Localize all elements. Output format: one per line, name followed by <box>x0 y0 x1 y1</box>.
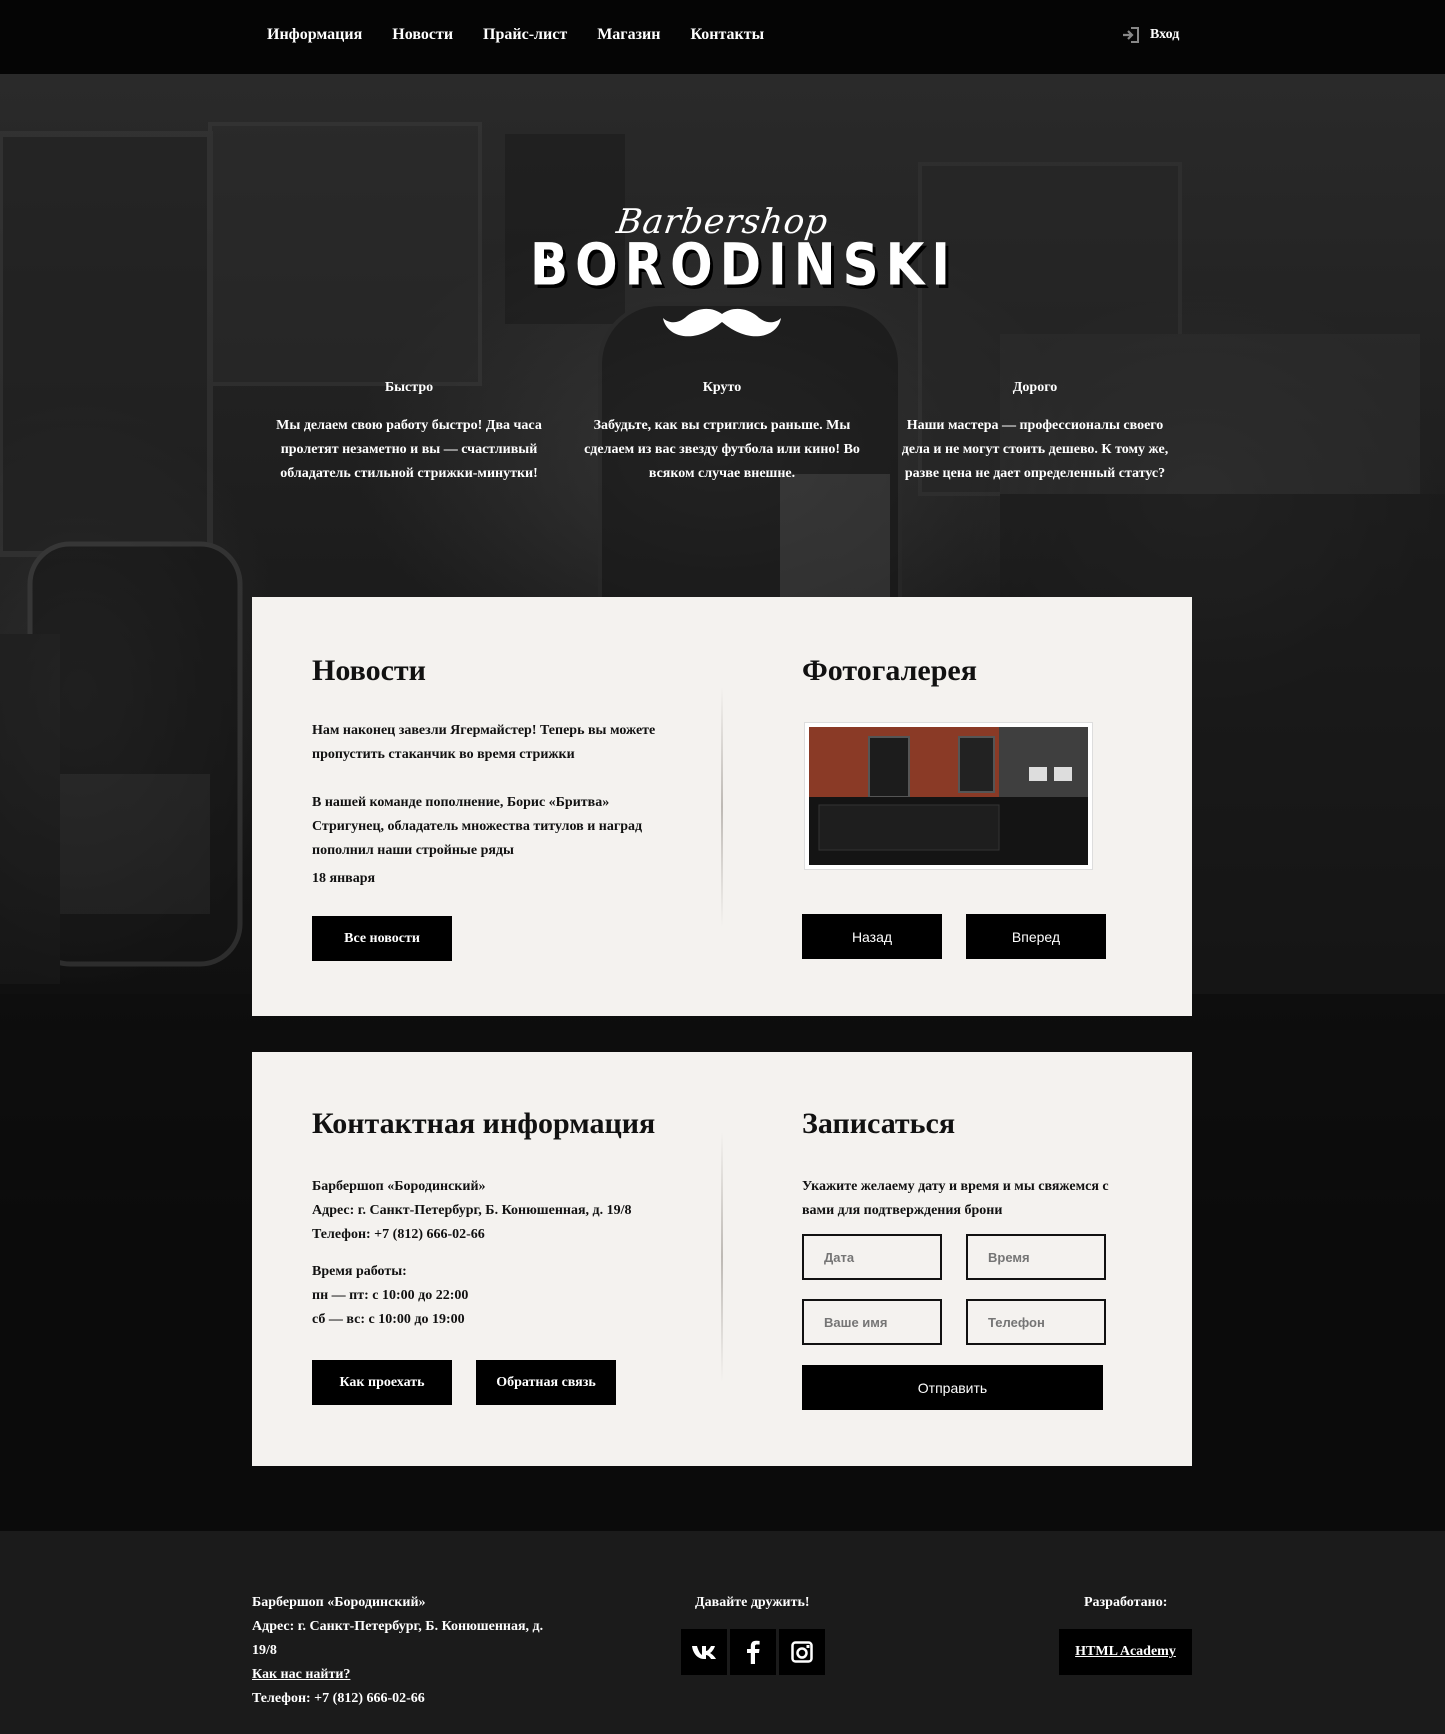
nav-item-info[interactable]: Информация <box>267 26 362 44</box>
news-item: В нашей команде пополнение, Борис «Бритв… <box>312 795 643 858</box>
gallery-next-button[interactable]: Вперед <box>966 914 1106 959</box>
login-link[interactable]: Вход <box>1122 27 1179 43</box>
vk-button[interactable] <box>681 1629 727 1675</box>
contacts-name: Барбершоп «Бородинский» <box>312 1179 486 1194</box>
footer-address: Адрес: г. Санкт-Петербург, Б. Конюшенная… <box>252 1619 544 1658</box>
route-button[interactable]: Как проехать <box>312 1360 452 1405</box>
feature-title: Дорого <box>1012 380 1058 395</box>
login-icon <box>1122 27 1140 43</box>
submit-button[interactable]: Отправить <box>802 1365 1103 1410</box>
vk-icon <box>692 1646 716 1659</box>
booking-description: Укажите желаему дату и время и мы свяжем… <box>802 1179 1109 1218</box>
main-nav: Информация Новости Прайс-лист Магазин Ко… <box>267 26 764 44</box>
hours-title: Время работы: <box>312 1264 407 1279</box>
panel-divider <box>721 1132 723 1382</box>
mustache-icon <box>663 308 781 337</box>
all-news-button[interactable]: Все новости <box>312 916 452 961</box>
gallery-prev-button[interactable]: Назад <box>802 914 942 959</box>
gallery-photo-image <box>809 727 1088 865</box>
facebook-button[interactable] <box>730 1629 776 1675</box>
feature-text: Наши мастера — профессионалы своего дела… <box>901 418 1169 481</box>
facebook-icon <box>747 1640 760 1664</box>
nav-item-news[interactable]: Новости <box>392 26 453 44</box>
news-gallery-panel: Новости Нам наконец завезли Ягермайстер!… <box>252 597 1192 1016</box>
contacts-phone: Телефон: +7 (812) 666-02-66 <box>312 1227 485 1242</box>
login-label: Вход <box>1150 27 1180 42</box>
contacts-heading: Контактная информация <box>312 1107 656 1140</box>
hours-weekend: сб — вс: с 10:00 до 19:00 <box>312 1312 465 1327</box>
news-heading: Новости <box>312 654 426 687</box>
gallery-heading: Фотогалерея <box>802 654 977 687</box>
top-navigation-bar: Информация Новости Прайс-лист Магазин Ко… <box>0 0 1445 74</box>
logo-main-text: BORODINSKI <box>530 231 957 299</box>
nav-item-contacts[interactable]: Контакты <box>690 26 764 44</box>
feature-text: Забудьте, как вы стриглись раньше. Мы сд… <box>584 418 860 481</box>
feature-fast: Быстро Мы делаем свою работу быстро! Два… <box>269 380 549 486</box>
feature-title: Круто <box>702 380 742 395</box>
feedback-button[interactable]: Обратная связь <box>476 1360 616 1405</box>
find-us-link[interactable]: Как нас найти? <box>252 1663 350 1687</box>
feature-text: Мы делаем свою работу быстро! Два часа п… <box>276 418 542 481</box>
feature-expensive: Дорого Наши мастера — профессионалы свое… <box>895 380 1175 486</box>
date-input[interactable] <box>802 1234 942 1280</box>
contacts-booking-panel: Контактная информация Барбершоп «Бородин… <box>252 1052 1192 1466</box>
panel-divider <box>721 687 723 927</box>
developer-title: Разработано: <box>1084 1595 1168 1610</box>
name-input[interactable] <box>802 1299 942 1345</box>
hours-weekdays: пн — пт: с 10:00 до 22:00 <box>312 1288 469 1303</box>
footer: Барбершоп «Бородинский» Адрес: г. Санкт-… <box>0 1531 1445 1734</box>
footer-name: Барбершоп «Бородинский» <box>252 1595 426 1610</box>
news-date: 18 января <box>312 871 376 886</box>
time-input[interactable] <box>966 1234 1106 1280</box>
phone-input[interactable] <box>966 1299 1106 1345</box>
booking-heading: Записаться <box>802 1107 956 1140</box>
instagram-button[interactable] <box>779 1629 825 1675</box>
html-academy-link[interactable]: HTML Academy <box>1059 1629 1192 1675</box>
nav-item-prices[interactable]: Прайс-лист <box>483 26 567 44</box>
footer-phone: Телефон: +7 (812) 666-02-66 <box>252 1691 425 1706</box>
barbershop-logo[interactable]: Barbershop BORODINSKI <box>530 124 957 364</box>
instagram-icon <box>791 1641 813 1663</box>
nav-item-shop[interactable]: Магазин <box>597 26 660 44</box>
social-title: Давайте дружить! <box>695 1595 810 1610</box>
feature-title: Быстро <box>384 380 434 395</box>
contacts-address: Адрес: г. Санкт-Петербург, Б. Конюшенная… <box>312 1203 632 1218</box>
feature-cool: Круто Забудьте, как вы стриглись раньше.… <box>582 380 862 486</box>
gallery-photo[interactable] <box>805 723 1092 869</box>
news-item: Нам наконец завезли Ягермайстер! Теперь … <box>312 723 656 762</box>
